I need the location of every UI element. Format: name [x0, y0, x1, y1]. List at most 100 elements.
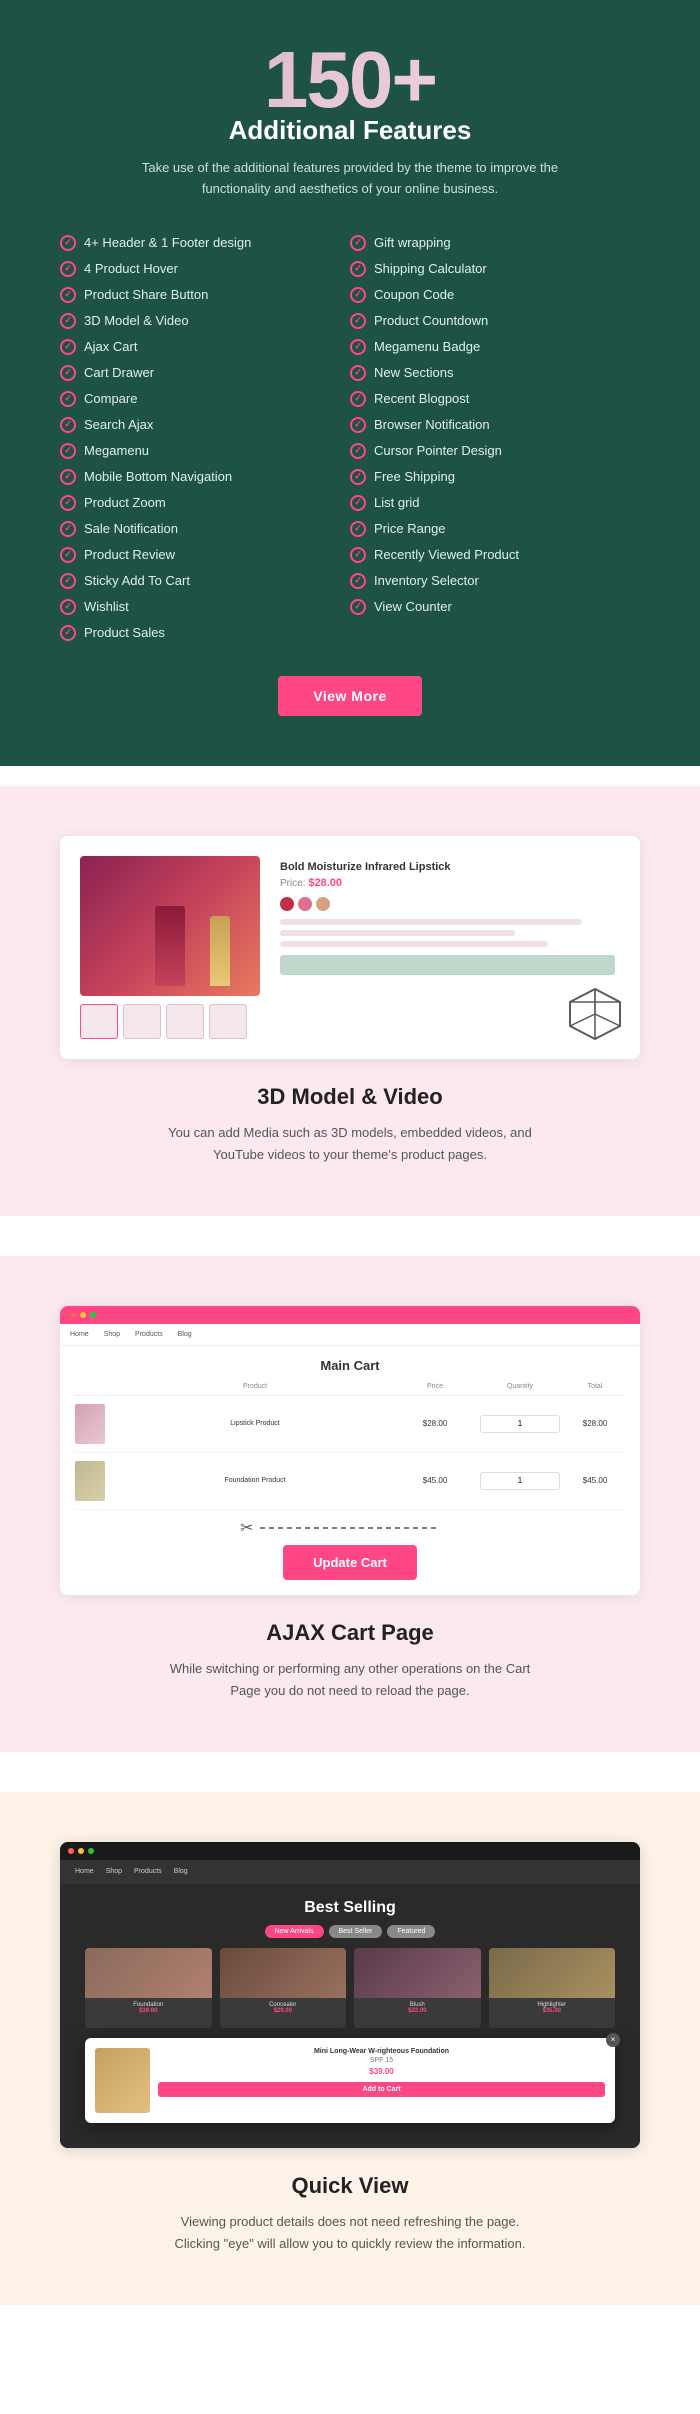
qv-nav-home: Home: [75, 1868, 94, 1875]
feature-check-icon: [60, 391, 76, 407]
product-info-title: Bold Moisturize Infrared Lipstick: [280, 861, 615, 873]
nav-link-3: Products: [135, 1331, 163, 1338]
feature-right-item: Browser Notification: [350, 412, 640, 438]
cart-item-name-2: Foundation Product: [120, 1477, 390, 1484]
model-image-container: Bold Moisturize Infrared Lipstick Price:…: [60, 836, 640, 1059]
feature-left-item: Wishlist: [60, 594, 350, 620]
quickview-mockup: Home Shop Products Blog Best Selling New…: [60, 1842, 640, 2148]
features-grid: 4+ Header & 1 Footer design4 Product Hov…: [60, 230, 640, 646]
qv-product-2[interactable]: Concealer $29.00: [220, 1948, 347, 2028]
feature-check-icon: [350, 599, 366, 615]
feature-item-label: Inventory Selector: [374, 573, 479, 588]
feature-item-label: Recently Viewed Product: [374, 547, 519, 562]
feature-item-label: Megamenu Badge: [374, 339, 480, 354]
qv-product-info-3: Blush $22.00: [354, 1998, 481, 2028]
cart-item-img-2: [75, 1461, 105, 1501]
qv-nav-products: Products: [134, 1868, 162, 1875]
qv-pill-featured[interactable]: Featured: [387, 1925, 435, 1938]
feature-right-item: Coupon Code: [350, 282, 640, 308]
add-to-cart-mock-btn: [280, 955, 615, 975]
feature-item-label: Ajax Cart: [84, 339, 137, 354]
col-product: Product: [120, 1383, 390, 1390]
feature-check-icon: [350, 287, 366, 303]
qv-banner: Best Selling New Arrivals Best Seller Fe…: [60, 1884, 640, 2148]
feature-item-label: View Counter: [374, 599, 452, 614]
feature-item-label: Compare: [84, 391, 137, 406]
feature-right-item: Recently Viewed Product: [350, 542, 640, 568]
feature-check-icon: [60, 339, 76, 355]
feature-left-item: Product Sales: [60, 620, 350, 646]
feature-check-icon: [350, 573, 366, 589]
feature-left-item: 3D Model & Video: [60, 308, 350, 334]
qv-product-1[interactable]: Foundation $39.00: [85, 1948, 212, 2028]
cart-item-qty-1[interactable]: 1: [480, 1415, 560, 1433]
feature-item-label: Product Sales: [84, 625, 165, 640]
thumb-2[interactable]: [123, 1004, 161, 1039]
cart-item-qty-2[interactable]: 1: [480, 1472, 560, 1490]
feature-item-label: List grid: [374, 495, 420, 510]
feature-item-label: Product Zoom: [84, 495, 166, 510]
feature-item-label: Shipping Calculator: [374, 261, 487, 276]
feature-item-label: Gift wrapping: [374, 235, 451, 250]
feature-left-item: Product Share Button: [60, 282, 350, 308]
cart-item-price-1: $28.00: [395, 1419, 475, 1428]
qv-overlay-subtitle: SPF 15: [158, 2057, 605, 2064]
cart-item-price-2: $45.00: [395, 1476, 475, 1485]
feature-item-label: Price Range: [374, 521, 446, 536]
feature-item-label: Megamenu: [84, 443, 149, 458]
feature-check-icon: [350, 521, 366, 537]
info-line-1: [280, 919, 582, 925]
ajax-description: While switching or performing any other …: [160, 1658, 540, 1702]
feature-check-icon: [350, 339, 366, 355]
qv-overlay-title: Mini Long-Wear W-righteous Foundation: [158, 2048, 605, 2055]
feature-right-item: Recent Blogpost: [350, 386, 640, 412]
nav-link-4: Blog: [178, 1331, 192, 1338]
qv-product-info-1: Foundation $39.00: [85, 1998, 212, 2028]
qv-banner-title: Best Selling: [75, 1899, 625, 1917]
feature-left-item: Product Zoom: [60, 490, 350, 516]
swatch-nude[interactable]: [316, 897, 330, 911]
thumb-1[interactable]: [80, 1004, 118, 1039]
update-cart-button[interactable]: Update Cart: [283, 1545, 417, 1580]
product-info-area: Bold Moisturize Infrared Lipstick Price:…: [275, 856, 620, 980]
view-more-button[interactable]: View More: [278, 676, 422, 716]
qv-close-button[interactable]: ×: [606, 2033, 620, 2047]
feature-item-label: Product Countdown: [374, 313, 488, 328]
cart-mockup: Home Shop Products Blog Main Cart Produc…: [60, 1306, 640, 1595]
feature-left-item: Sticky Add To Cart: [60, 568, 350, 594]
qv-add-to-cart-button[interactable]: Add to Cart: [158, 2082, 605, 2097]
qv-product-3[interactable]: Blush $22.00: [354, 1948, 481, 2028]
feature-check-icon: [60, 261, 76, 277]
qv-product-4[interactable]: Highlighter $35.00: [489, 1948, 616, 2028]
cart-item-name-1: Lipstick Product: [120, 1420, 390, 1427]
qv-pill-best[interactable]: Best Seller: [329, 1925, 383, 1938]
thumb-4[interactable]: [209, 1004, 247, 1039]
section-gap-1: [0, 766, 700, 786]
swatch-pink[interactable]: [298, 897, 312, 911]
cart-title: Main Cart: [60, 1346, 640, 1378]
feature-item-label: Recent Blogpost: [374, 391, 469, 406]
qv-pill-new[interactable]: New Arrivals: [265, 1925, 324, 1938]
qv-product-img-1: [85, 1948, 212, 1998]
feature-left-item: Mobile Bottom Navigation: [60, 464, 350, 490]
qv-overlay-product-info: Mini Long-Wear W-righteous Foundation SP…: [158, 2048, 605, 2097]
lipstick-gold: [210, 916, 230, 986]
svg-text:✂: ✂: [240, 1520, 253, 1537]
qv-close-icon: ×: [611, 2036, 616, 2044]
qv-nav-shop: Shop: [106, 1868, 122, 1875]
feature-check-icon: [60, 521, 76, 537]
model-description: You can add Media such as 3D models, emb…: [160, 1122, 540, 1166]
feature-left-item: Product Review: [60, 542, 350, 568]
qv-overlay-product-img: [95, 2048, 150, 2113]
qv-dot-yellow: [78, 1848, 84, 1854]
qv-product-info-4: Highlighter $35.00: [489, 1998, 616, 2028]
swatch-red[interactable]: [280, 897, 294, 911]
feature-check-icon: [60, 235, 76, 251]
feature-check-icon: [60, 573, 76, 589]
feature-right-item: Price Range: [350, 516, 640, 542]
feature-left-item: Sale Notification: [60, 516, 350, 542]
feature-check-icon: [60, 469, 76, 485]
thumb-3[interactable]: [166, 1004, 204, 1039]
feature-left-item: Search Ajax: [60, 412, 350, 438]
feature-check-icon: [350, 313, 366, 329]
